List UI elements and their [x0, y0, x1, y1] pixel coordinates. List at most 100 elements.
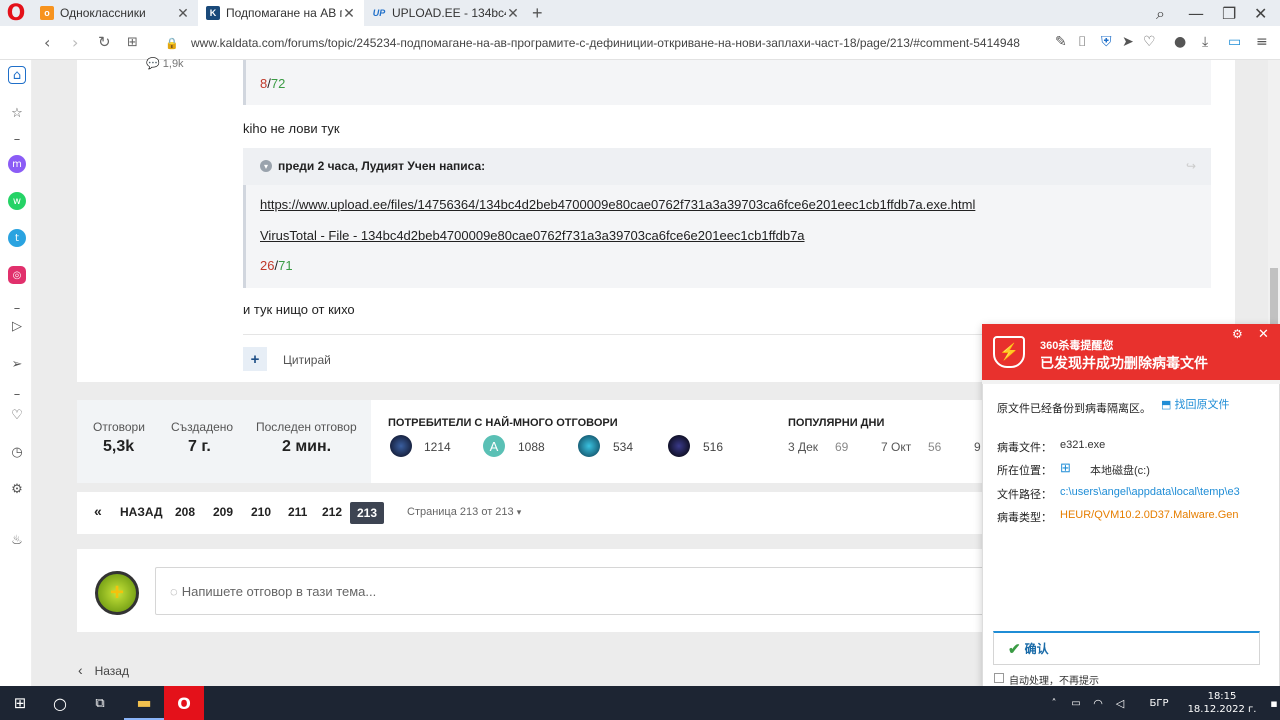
tab-label: Одноклассники: [60, 6, 146, 20]
reply-placeholder: Напишете отговор в тази тема...: [181, 583, 377, 599]
send-icon[interactable]: ➢: [8, 355, 26, 373]
share-icon[interactable]: ↪: [1186, 159, 1196, 173]
avatar[interactable]: A: [483, 435, 505, 457]
reply-input[interactable]: ◌ Напишете отговор в тази тема...: [155, 567, 995, 615]
opera-taskbar-icon[interactable]: O: [164, 686, 204, 720]
first-page-button[interactable]: «: [94, 503, 102, 519]
restore-link[interactable]: ⬒ 找回原文件: [1161, 396, 1229, 412]
avatar[interactable]: [578, 435, 600, 457]
gear-icon[interactable]: ⚙: [1232, 327, 1243, 341]
close-icon[interactable]: ✕: [506, 5, 520, 22]
ok-icon: o: [40, 6, 54, 20]
close-icon[interactable]: ✕: [1258, 326, 1269, 342]
type-value: HEUR/QVM10.2.0D37.Malware.Gen: [1060, 509, 1239, 521]
network-icon[interactable]: ▭: [1066, 686, 1086, 720]
player-icon[interactable]: ▷: [8, 317, 26, 335]
tab-odnoklassniki[interactable]: o Одноклассники ✕: [32, 0, 198, 26]
score-bad: 26: [260, 258, 275, 273]
close-icon[interactable]: ✕: [176, 5, 190, 22]
profile-icon[interactable]: ●: [1174, 34, 1186, 50]
page-link[interactable]: 210: [251, 505, 271, 519]
maximize-button[interactable]: ❐: [1222, 4, 1236, 23]
search-icon[interactable]: ○: [40, 686, 80, 720]
back-link[interactable]: ‹ Назад: [78, 662, 129, 678]
clock[interactable]: 18:15 18.12.2022 г.: [1178, 686, 1266, 720]
star-icon[interactable]: ☆: [8, 104, 26, 122]
multiquote-button[interactable]: +: [243, 347, 267, 371]
telegram-icon[interactable]: t: [8, 229, 26, 247]
tab-kaldata[interactable]: K Подпомагане на АВ прогр ✕: [198, 0, 364, 26]
page-jump[interactable]: Страница 213 от 213 ▾: [407, 506, 521, 518]
user-reply-count: 1088: [518, 440, 545, 454]
search-tabs-icon[interactable]: ⌕: [1156, 4, 1165, 24]
camera-icon[interactable]: ⌷: [1078, 34, 1086, 50]
page-link[interactable]: 211: [288, 505, 307, 519]
minimize-button[interactable]: —: [1188, 4, 1204, 23]
file-explorer-icon[interactable]: ▬: [124, 686, 164, 720]
tab-label: Подпомагане на АВ прогр: [226, 6, 342, 20]
prev-page-button[interactable]: НАЗАД: [120, 505, 163, 519]
page-link[interactable]: 209: [213, 505, 233, 519]
battery-icon[interactable]: ▭: [1228, 34, 1241, 50]
home-icon[interactable]: ⌂: [8, 66, 26, 84]
chevron-down-icon[interactable]: ▾: [260, 160, 272, 172]
url-field[interactable]: www.kaldata.com/forums/topic/245234-подп…: [191, 36, 1020, 50]
virus-file-label: 病毒文件：: [997, 442, 1052, 454]
close-icon[interactable]: ✕: [342, 5, 356, 22]
notifications-icon[interactable]: ▪: [1268, 686, 1280, 720]
vpn-shield-icon[interactable]: ⛨: [1101, 34, 1112, 50]
edit-icon[interactable]: ✎: [1055, 34, 1067, 50]
wifi-icon[interactable]: ◠: [1088, 686, 1108, 720]
popular-day: 3 Дек: [788, 440, 819, 454]
virustotal-link[interactable]: VirusTotal - File - 134bc4d2beb4700009e8…: [260, 228, 805, 243]
download-icon[interactable]: ⤓: [1202, 34, 1208, 50]
lightbulb-icon[interactable]: ♨: [8, 531, 26, 549]
page-info: Страница 213 от 213: [407, 506, 514, 518]
chevron-up-icon[interactable]: ˄: [1044, 686, 1064, 720]
forward-icon[interactable]: ›: [72, 33, 78, 52]
score-total: 71: [278, 258, 293, 273]
windows-drive-icon: ⊞: [1060, 460, 1071, 475]
top-users-title: ПОТРЕБИТЕЛИ С НАЙ-МНОГО ОТГОВОРИ: [388, 417, 618, 429]
auto-process-checkbox[interactable]: [994, 673, 1004, 683]
created-value: 7 г.: [188, 438, 211, 455]
new-tab-button[interactable]: +: [532, 3, 543, 24]
settings-icon[interactable]: ⚙: [8, 480, 26, 498]
shield-icon: ⚡: [993, 336, 1025, 368]
caret-down-icon: ▾: [516, 507, 522, 517]
language-indicator[interactable]: БГР: [1144, 686, 1174, 720]
avatar[interactable]: [390, 435, 412, 457]
location-value: 本地磁盘(c:): [1090, 465, 1150, 477]
heart-icon[interactable]: ♡: [8, 406, 26, 424]
instagram-icon[interactable]: ◎: [8, 266, 26, 284]
volume-icon[interactable]: ◁: [1110, 686, 1130, 720]
windows-start-icon[interactable]: ⊞: [0, 686, 40, 720]
score-1: 8/72: [260, 76, 286, 91]
current-page[interactable]: 213: [350, 502, 384, 524]
task-view-icon[interactable]: ⧉: [80, 686, 120, 720]
divider-icon: –: [13, 131, 21, 147]
page-link[interactable]: 208: [175, 505, 195, 519]
upload-link[interactable]: https://www.upload.ee/files/14756364/134…: [260, 197, 975, 212]
opera-menu-icon[interactable]: O: [0, 0, 32, 26]
location-label: 所在位置：: [997, 465, 1052, 477]
history-icon[interactable]: ◷: [8, 443, 26, 461]
type-label: 病毒类型：: [997, 512, 1052, 524]
whatsapp-icon[interactable]: w: [8, 192, 26, 210]
reload-icon[interactable]: ↻: [98, 33, 111, 51]
close-window-button[interactable]: ✕: [1254, 4, 1267, 23]
comment-icon: ◌: [170, 583, 178, 599]
confirm-button[interactable]: ✔ 确认: [993, 631, 1260, 665]
path-value[interactable]: c:\users\angel\appdata\local\temp\e3: [1060, 486, 1260, 498]
comment-icon: 💬: [146, 58, 160, 70]
send-icon[interactable]: ➤: [1122, 34, 1134, 50]
avatar[interactable]: [668, 435, 690, 457]
quote-button[interactable]: Цитирай: [283, 353, 331, 367]
tabs-grid-icon[interactable]: ⊞: [127, 35, 138, 50]
back-icon[interactable]: ‹: [44, 33, 50, 52]
page-link[interactable]: 212: [322, 505, 342, 519]
tab-upload-ee[interactable]: UP UPLOAD.EE - 134bc4d2beb ✕: [364, 0, 528, 26]
messenger-icon[interactable]: m: [8, 155, 26, 173]
menu-icon[interactable]: ≡: [1256, 34, 1268, 50]
heart-icon[interactable]: ♡: [1143, 34, 1156, 50]
